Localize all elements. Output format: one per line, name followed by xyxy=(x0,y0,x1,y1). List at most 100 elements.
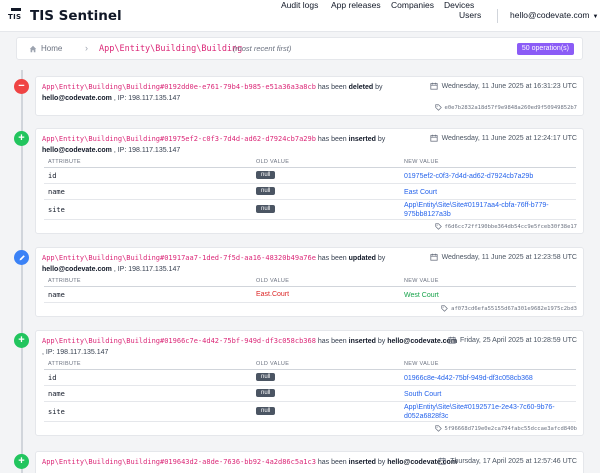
col-attribute: ATTRIBUTE xyxy=(48,278,81,284)
entry-entity[interactable]: App\Entity\Building\Building#019643d2-a8… xyxy=(42,458,316,466)
diff-row: name null South Court xyxy=(44,386,576,402)
diff-row: name East.Court West Court xyxy=(44,287,576,303)
breadcrumb-home[interactable]: Home xyxy=(29,44,62,53)
entry-date: Wednesday, 11 June 2025 at 16:31:23 UTC xyxy=(429,82,577,90)
diff-new-value: South Court xyxy=(404,391,442,398)
diff-row: id null 01966c8e-4d42-75bf-949d-df3c058c… xyxy=(44,370,576,386)
user-email: hello@codevate.com xyxy=(510,10,590,20)
null-badge: null xyxy=(256,373,276,381)
entry-action: updated xyxy=(348,255,376,262)
tag-icon xyxy=(434,223,442,230)
diff-new-value: 01966c8e-4d42-75bf-949d-df3c058cb368 xyxy=(404,375,533,382)
entry-action: inserted xyxy=(348,136,376,143)
tag-icon xyxy=(434,425,442,432)
diff-new-value: East Court xyxy=(404,189,438,196)
breadcrumb-note: (most recent first) xyxy=(233,44,292,53)
nav-users[interactable]: Users xyxy=(459,10,481,20)
entry-user: hello@codevate.com xyxy=(42,146,112,154)
diff-attr: site xyxy=(48,408,65,416)
audit-entry: App\Entity\Building\Building#01917aa7-1d… xyxy=(35,247,584,317)
entry-date: Wednesday, 11 June 2025 at 12:24:17 UTC xyxy=(429,134,577,142)
diff-old-value: East.Court xyxy=(256,291,290,298)
col-new-value: NEW VALUE xyxy=(404,361,439,367)
nav-companies[interactable]: Companies xyxy=(391,0,434,10)
audit-entry: App\Entity\Building\Building#019643d2-a8… xyxy=(35,451,584,473)
operations-count-badge: 50 operation(s) xyxy=(516,43,574,55)
deleted-marker-icon: − xyxy=(14,79,29,94)
audit-entry: App\Entity\Building\Building#0192dd0e-e7… xyxy=(35,76,584,116)
inserted-marker-icon: + xyxy=(14,454,29,469)
diff-row: name null East Court xyxy=(44,184,576,200)
entry-entity[interactable]: App\Entity\Building\Building#0192dd0e-e7… xyxy=(42,83,316,91)
col-attribute: ATTRIBUTE xyxy=(48,361,81,367)
breadcrumb-separator: › xyxy=(85,43,88,53)
top-navbar: TIS TIS Sentinel Audit logs App releases… xyxy=(0,0,600,32)
user-menu[interactable]: hello@codevate.com ▼ xyxy=(510,10,598,20)
entry-hash: 5f96668d719e0e2ca794fabc55dccae3afcd840b xyxy=(434,425,577,432)
diff-row: id null 01975ef2-c0f3-7d4d-ad62-d7924cb7… xyxy=(44,168,576,184)
diff-header-row: ATTRIBUTE OLD VALUE NEW VALUE xyxy=(44,157,576,168)
diff-attr: name xyxy=(48,188,65,196)
entry-action: inserted xyxy=(348,459,376,466)
diff-attr: site xyxy=(48,206,65,214)
nav-app-releases[interactable]: App releases xyxy=(331,0,381,10)
diff-row: site null App\Entity\Site\Site#0192571e-… xyxy=(44,402,576,422)
diff-header-row: ATTRIBUTE OLD VALUE NEW VALUE xyxy=(44,359,576,370)
entry-date: Thursday, 17 April 2025 at 12:57:46 UTC xyxy=(438,457,577,465)
calendar-icon xyxy=(429,253,438,261)
entry-action: inserted xyxy=(348,338,376,345)
diff-attr: name xyxy=(48,291,65,299)
updated-marker-icon xyxy=(14,250,29,265)
diff-attr: id xyxy=(48,374,57,382)
col-new-value: NEW VALUE xyxy=(404,278,439,284)
diff-row: site null App\Entity\Site\Site#01917aa4-… xyxy=(44,200,576,220)
entry-user: hello@codevate.com xyxy=(387,338,458,345)
home-icon xyxy=(29,45,37,52)
pencil-icon xyxy=(19,254,25,260)
diff-new-value: West Court xyxy=(404,292,439,299)
entry-user: hello@codevate.com xyxy=(42,265,112,273)
inserted-marker-icon: + xyxy=(14,131,29,146)
col-attribute: ATTRIBUTE xyxy=(48,159,81,165)
diff-header-row: ATTRIBUTE OLD VALUE NEW VALUE xyxy=(44,276,576,287)
app-logo: TIS xyxy=(8,8,24,24)
nav-divider xyxy=(497,9,498,23)
entry-summary: App\Entity\Building\Building#01917aa7-1d… xyxy=(42,254,386,273)
chevron-down-icon: ▼ xyxy=(592,14,599,20)
diff-attr: id xyxy=(48,172,57,180)
diff-new-value: 01975ef2-c0f3-7d4d-ad62-d7924cb7a29b xyxy=(404,173,534,180)
col-old-value: OLD VALUE xyxy=(256,278,290,284)
tag-icon xyxy=(441,305,448,312)
entry-ip: , IP: 198.117.135.147 xyxy=(113,94,181,102)
calendar-icon xyxy=(429,82,438,90)
entry-action: deleted xyxy=(348,84,374,91)
entry-ip: , IP: 198.117.135.147 xyxy=(42,348,109,356)
nav-audit-logs[interactable]: Audit logs xyxy=(281,0,318,10)
null-badge: null xyxy=(256,205,276,213)
entry-entity[interactable]: App\Entity\Building\Building#01975ef2-c0… xyxy=(42,135,316,143)
entry-hash: e0e7b2832a18d57f9e9848a260ed9f50949852b7 xyxy=(434,104,577,111)
entry-ip: , IP: 198.117.135.147 xyxy=(113,265,181,273)
entry-hash: f6d6cc72ff190bbe364db54cc9e5fceb30f38e17 xyxy=(434,223,577,230)
null-badge: null xyxy=(256,389,276,397)
breadcrumb-entity: App\Entity\Building\Building xyxy=(99,44,243,54)
tag-icon xyxy=(434,104,442,111)
diff-attr: name xyxy=(48,390,65,398)
null-badge: null xyxy=(256,171,276,179)
entry-date: Wednesday, 11 June 2025 at 12:23:58 UTC xyxy=(429,253,577,261)
entry-summary: App\Entity\Building\Building#0192dd0e-e7… xyxy=(42,83,383,102)
diff-new-value[interactable]: App\Entity\Site\Site#01917aa4-cbfa-76ff-… xyxy=(404,201,574,219)
entry-entity[interactable]: App\Entity\Building\Building#01917aa7-1d… xyxy=(42,254,316,262)
entry-entity[interactable]: App\Entity\Building\Building#01966c7e-4d… xyxy=(42,337,316,345)
app-name: TIS Sentinel xyxy=(30,8,122,24)
diff-new-value[interactable]: App\Entity\Site\Site#0192571e-2e43-7c60-… xyxy=(404,403,574,421)
entry-hash: af073cd6efa55155d67a301e9682e1975c2bd3 xyxy=(441,305,577,312)
calendar-icon xyxy=(448,336,456,344)
null-badge: null xyxy=(256,187,276,195)
calendar-icon xyxy=(438,457,446,465)
audit-entry: App\Entity\Building\Building#01966c7e-4d… xyxy=(35,330,584,436)
col-old-value: OLD VALUE xyxy=(256,361,290,367)
nav-devices[interactable]: Devices xyxy=(444,0,474,10)
brand[interactable]: TIS TIS Sentinel xyxy=(8,8,122,24)
audit-entry: App\Entity\Building\Building#01975ef2-c0… xyxy=(35,128,584,234)
